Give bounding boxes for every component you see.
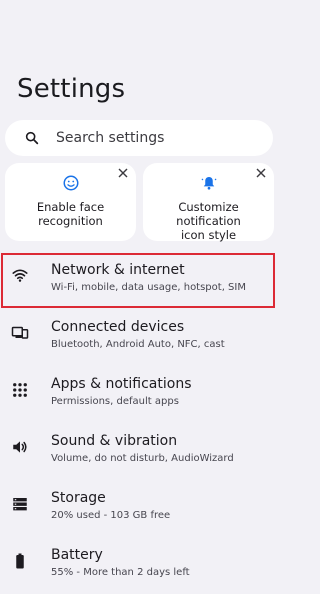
- close-icon[interactable]: [117, 167, 129, 179]
- settings-item-connected-devices[interactable]: Connected devices Bluetooth, Android Aut…: [0, 310, 280, 366]
- search-icon: [25, 131, 39, 145]
- settings-item-sound[interactable]: Sound & vibration Volume, do not disturb…: [0, 424, 280, 480]
- connected-devices-icon: [11, 326, 29, 339]
- item-subtitle: Wi-Fi, mobile, data usage, hotspot, SIM: [51, 282, 246, 293]
- page-title: Settings: [17, 74, 126, 104]
- battery-icon: [16, 553, 24, 569]
- search-bar[interactable]: Search settings: [5, 120, 273, 156]
- item-title: Apps & notifications: [51, 376, 192, 392]
- suggestion-label: Enable face recognition: [36, 200, 105, 228]
- item-subtitle: 20% used - 103 GB free: [51, 510, 171, 521]
- suggestion-card-face-recognition[interactable]: Enable face recognition: [5, 163, 136, 241]
- notification-bell-icon: [200, 177, 217, 190]
- search-placeholder: Search settings: [56, 130, 165, 146]
- item-title: Storage: [51, 490, 106, 506]
- item-title: Battery: [51, 547, 103, 563]
- settings-item-battery[interactable]: Battery 55% - More than 2 days left: [0, 538, 280, 594]
- item-title: Sound & vibration: [51, 433, 178, 449]
- suggestion-label: Customize notification icon style: [176, 200, 241, 242]
- item-subtitle: 55% - More than 2 days left: [51, 567, 190, 578]
- face-icon: [63, 175, 78, 191]
- item-subtitle: Volume, do not disturb, AudioWizard: [51, 453, 234, 464]
- apps-grid-icon: [13, 383, 27, 397]
- settings-item-storage[interactable]: Storage 20% used - 103 GB free: [0, 481, 280, 537]
- storage-icon: [13, 498, 27, 511]
- settings-item-network[interactable]: Network & internet Wi-Fi, mobile, data u…: [0, 253, 280, 309]
- wifi-icon: [12, 269, 28, 282]
- close-icon[interactable]: [255, 167, 267, 179]
- settings-item-apps[interactable]: Apps & notifications Permissions, defaul…: [0, 367, 280, 423]
- item-subtitle: Bluetooth, Android Auto, NFC, cast: [51, 339, 225, 350]
- item-subtitle: Permissions, default apps: [51, 396, 179, 407]
- volume-icon: [13, 441, 27, 453]
- item-title: Network & internet: [51, 262, 185, 278]
- suggestion-card-notification-style[interactable]: Customize notification icon style: [143, 163, 274, 242]
- item-title: Connected devices: [51, 319, 185, 335]
